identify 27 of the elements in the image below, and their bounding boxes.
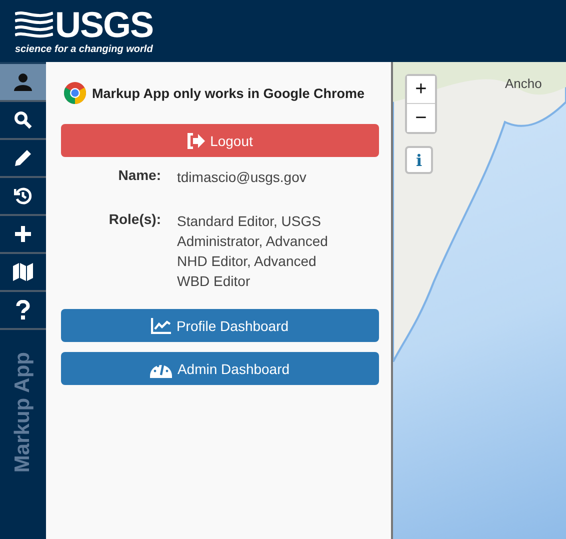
- zoom-in-button[interactable]: +: [407, 76, 435, 104]
- field-label: Name:: [117, 167, 161, 185]
- logo-text: USGS: [55, 7, 154, 43]
- tagline: science for a changing world: [15, 44, 154, 55]
- wave-logo-icon: [15, 10, 53, 40]
- browser-notice: Markup App only works in Google Chrome: [92, 86, 365, 100]
- profile-dashboard-button[interactable]: Profile Dashboard: [61, 309, 379, 342]
- line-chart-icon: [151, 318, 172, 334]
- pencil-icon: [14, 149, 32, 167]
- logout-button[interactable]: Logout: [61, 124, 379, 157]
- sidebar-title: Markup App: [11, 352, 35, 473]
- help-icon: [16, 300, 30, 320]
- plus-icon: [14, 225, 32, 243]
- field-label: Role(s):: [108, 211, 161, 229]
- logout-icon: [187, 132, 206, 148]
- field-value: tdimascio@usgs.gov: [177, 168, 308, 187]
- admin-dashboard-button[interactable]: Admin Dashboard: [61, 352, 379, 385]
- user-icon: [14, 73, 32, 91]
- user-tab[interactable]: [0, 64, 46, 102]
- chrome-icon: [64, 82, 86, 104]
- field-value: Standard Editor, USGS Administrator, Advanced NHD Editor, Advanced WBD Editor: [177, 212, 329, 291]
- map-view[interactable]: Ancho + − i: [393, 62, 566, 539]
- info-button[interactable]: i: [405, 146, 433, 174]
- search-icon: [14, 111, 32, 129]
- map-icon: [13, 263, 33, 281]
- map-place-label: Ancho: [505, 76, 542, 91]
- history-icon: [14, 187, 32, 205]
